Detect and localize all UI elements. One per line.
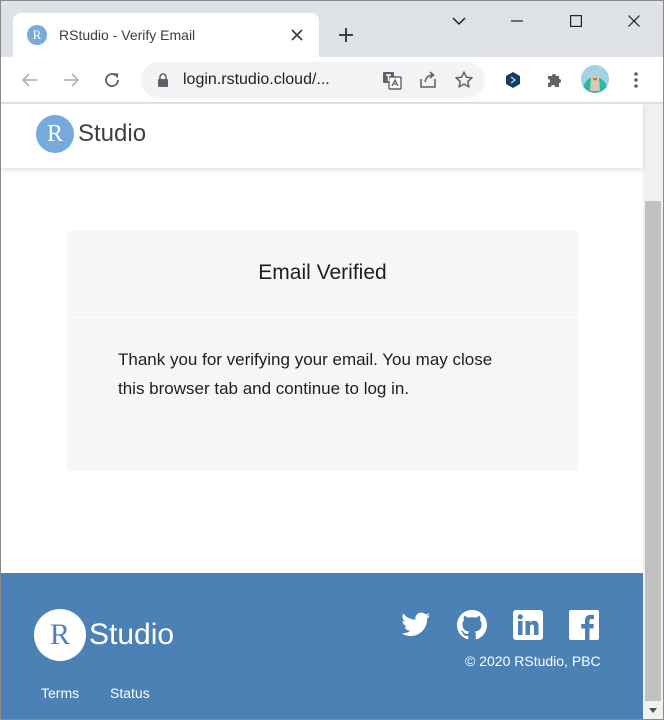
new-tab-button[interactable] xyxy=(331,21,361,49)
card-title: Email Verified xyxy=(258,261,387,284)
tab-title: RStudio - Verify Email xyxy=(59,27,196,43)
browser-tab[interactable]: R RStudio - Verify Email xyxy=(13,13,319,57)
tab-search-button[interactable] xyxy=(441,7,477,35)
maximize-button[interactable] xyxy=(558,7,594,35)
site-footer: R Studio © 2020 RStudio, PBC Terms Statu… xyxy=(1,573,643,719)
scroll-down-button[interactable] xyxy=(643,703,663,717)
browser-menu-button[interactable] xyxy=(621,65,651,95)
tab-strip: R RStudio - Verify Email xyxy=(1,1,663,57)
maximize-icon xyxy=(570,15,582,27)
scroll-thumb[interactable] xyxy=(645,201,661,701)
close-tab-button[interactable] xyxy=(287,25,307,45)
back-button[interactable] xyxy=(14,64,46,96)
footer-logo[interactable]: R Studio xyxy=(34,609,174,661)
chevron-down-icon xyxy=(649,707,657,713)
extension-button[interactable] xyxy=(498,65,528,95)
site-header: R Studio xyxy=(1,104,643,168)
chevron-down-icon xyxy=(452,17,466,26)
verification-card: Email Verified Thank you for verifying y… xyxy=(67,231,578,471)
close-icon xyxy=(628,15,640,27)
extensions-menu-button[interactable] xyxy=(540,65,570,95)
close-window-button[interactable] xyxy=(616,7,652,35)
page-scrollbar[interactable] xyxy=(643,104,663,719)
puzzle-icon xyxy=(548,74,561,87)
terms-link[interactable]: Terms xyxy=(41,685,79,701)
linkedin-link[interactable] xyxy=(512,609,544,641)
copyright-text: © 2020 RStudio, PBC xyxy=(465,653,601,669)
page-viewport: R Studio Email Verified Thank you for ve… xyxy=(1,104,663,719)
reload-icon xyxy=(105,73,119,87)
logo-wordmark: Studio xyxy=(89,618,175,651)
rstudio-logo-icon: R xyxy=(36,115,74,153)
forward-button[interactable] xyxy=(55,64,87,96)
arrow-right-icon xyxy=(64,73,80,87)
close-icon xyxy=(291,29,303,41)
minimize-button[interactable] xyxy=(499,7,535,35)
more-vert-icon xyxy=(634,72,638,88)
github-link[interactable] xyxy=(456,609,488,641)
extension-icon xyxy=(506,72,520,88)
linkedin-icon xyxy=(513,610,543,640)
minimize-icon xyxy=(511,20,523,22)
browser-toolbar: login.rstudio.cloud/... xyxy=(1,57,663,103)
facebook-icon xyxy=(569,610,599,640)
url-text[interactable]: login.rstudio.cloud/... xyxy=(183,71,377,89)
rstudio-favicon-icon: R xyxy=(27,25,47,45)
browser-window: R RStudio - Verify Email login.rstudio.c… xyxy=(0,0,664,720)
logo-wordmark: Studio xyxy=(78,120,147,147)
star-icon[interactable] xyxy=(449,65,479,95)
address-bar[interactable]: login.rstudio.cloud/... xyxy=(141,62,485,98)
facebook-link[interactable] xyxy=(568,609,600,641)
rstudio-logo[interactable]: R Studio xyxy=(36,115,146,153)
lock-icon[interactable] xyxy=(155,72,171,88)
plus-icon xyxy=(339,28,353,42)
card-divider xyxy=(67,317,578,318)
translate-icon[interactable] xyxy=(377,65,407,95)
share-icon[interactable] xyxy=(413,65,443,95)
rstudio-logo-icon: R xyxy=(34,609,86,661)
reload-button[interactable] xyxy=(96,64,128,96)
twitter-link[interactable] xyxy=(400,609,432,641)
card-message: Thank you for verifying your email. You … xyxy=(118,350,493,398)
github-icon xyxy=(457,610,487,640)
status-link[interactable]: Status xyxy=(110,685,150,701)
avatar[interactable] xyxy=(581,65,609,93)
arrow-left-icon xyxy=(21,73,37,87)
twitter-icon xyxy=(401,612,430,636)
